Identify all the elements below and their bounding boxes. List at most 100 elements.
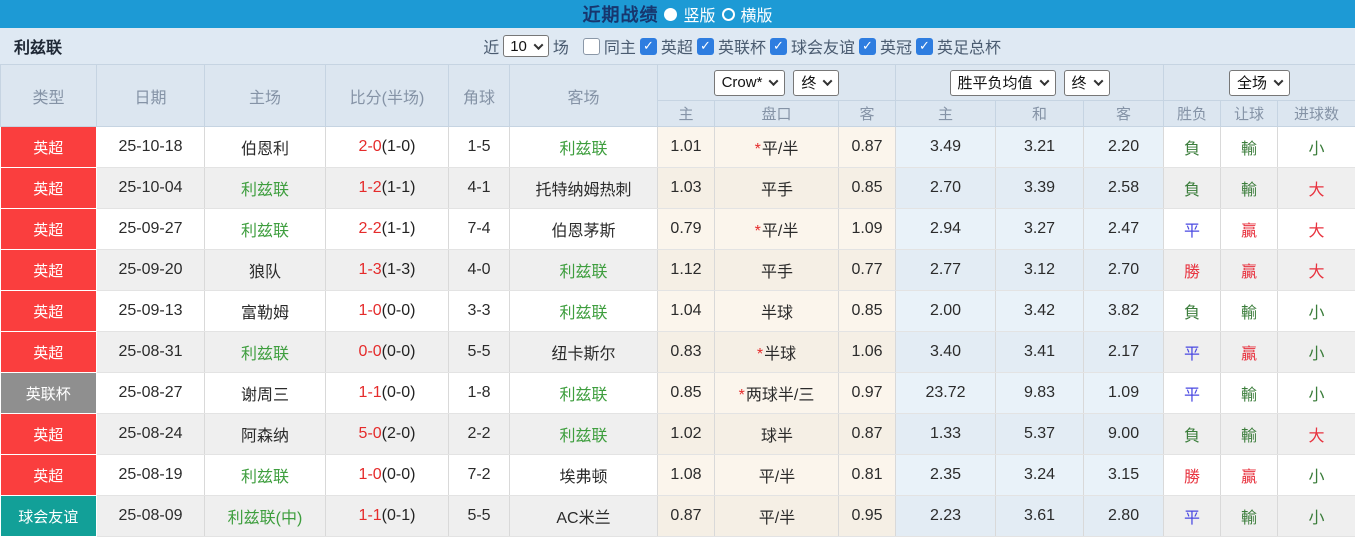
cell-goals-result: 小: [1277, 331, 1355, 373]
cell-date: 25-10-18: [96, 126, 205, 168]
table-row: 英超 25-10-04 利兹联 1-2(1-1) 4-1 托特纳姆热刺 1.03…: [0, 167, 1355, 209]
cell-corners: 5-5: [448, 495, 510, 537]
cell-odds-home: 1.12: [657, 249, 715, 291]
layout-radio-vertical[interactable]: 竖版: [683, 2, 715, 26]
home-team-name: 谢周三: [240, 387, 289, 404]
cell-odds-home: 1.02: [657, 413, 715, 455]
fulltime-score: 1-3: [358, 261, 382, 278]
cell-odds-away: 1.06: [838, 331, 897, 373]
cell-handicap-result: 輸: [1220, 413, 1279, 455]
cell-result: 負: [1163, 167, 1222, 209]
cell-handicap-result: 贏: [1220, 208, 1279, 250]
cell-score: 2-2(1-1): [325, 208, 449, 250]
handicap-result-flag: 輸: [1241, 141, 1258, 158]
cell-away-team: AC米兰: [509, 495, 658, 537]
cell-date: 25-09-13: [96, 290, 205, 332]
handicap-star: *: [754, 141, 761, 158]
cell-handicap-result: 贏: [1220, 331, 1279, 373]
cell-odds-home: 0.83: [657, 331, 715, 373]
cell-avg-away: 2.70: [1083, 249, 1165, 291]
subheader-avg-away: 客: [1083, 100, 1165, 127]
result-flag: 平: [1184, 346, 1201, 363]
cell-avg-away: 2.17: [1083, 331, 1165, 373]
goals-flag: 小: [1308, 305, 1325, 322]
cell-date: 25-08-19: [96, 454, 205, 496]
away-team-name: 托特纳姆热刺: [535, 182, 632, 199]
home-team-name: 利兹联: [240, 182, 289, 199]
avg-metric-select[interactable]: 胜平负均值: [949, 69, 1056, 96]
cell-corners: 7-4: [448, 208, 510, 250]
competition-checkbox-fa-cup[interactable]: ✓: [915, 37, 933, 55]
radio-unselected-icon[interactable]: [721, 7, 735, 21]
competition-checkbox-efl-cup[interactable]: ✓: [696, 37, 714, 55]
fulltime-score: 1-1: [358, 507, 382, 524]
cell-away-team: 托特纳姆热刺: [509, 167, 658, 209]
cell-score: 1-3(1-3): [325, 249, 449, 291]
competition-checkbox-epl[interactable]: ✓: [639, 37, 657, 55]
result-flag: 平: [1184, 510, 1201, 527]
scope-select[interactable]: 全场: [1229, 69, 1291, 96]
subheader-handicap-result: 让球: [1220, 100, 1279, 127]
cell-handicap: 平/半: [714, 454, 839, 496]
same-home-checkbox[interactable]: [582, 37, 600, 55]
goals-flag: 小: [1308, 387, 1325, 404]
halftime-score: (0-0): [381, 302, 416, 319]
competition-badge: 英超: [0, 331, 97, 373]
cell-handicap: *平/半: [714, 126, 839, 168]
handicap-result-flag: 輸: [1241, 510, 1258, 527]
odds-stage-select[interactable]: 终: [793, 69, 840, 96]
odds-stage-value: 终: [801, 75, 817, 92]
competition-label-epl: 英超: [660, 40, 693, 57]
cell-home-team: 利兹联: [204, 331, 326, 373]
competition-badge: 英联杯: [0, 372, 97, 414]
cell-date: 25-08-24: [96, 413, 205, 455]
cell-avg-home: 2.94: [895, 208, 997, 250]
cell-corners: 2-2: [448, 413, 510, 455]
cell-goals-result: 小: [1277, 290, 1355, 332]
table-row: 英超 25-09-20 狼队 1-3(1-3) 4-0 利兹联 1.12 平手 …: [0, 249, 1355, 291]
header-home: 主场: [204, 64, 326, 127]
radio-selected-icon[interactable]: [664, 7, 678, 21]
goals-flag: 小: [1308, 510, 1325, 527]
filter-controls: 近 10 场 同主 ✓ 英超 ✓ 英联杯 ✓ 球会友谊 ✓ 英冠 ✓ 英足总杯: [483, 34, 1001, 58]
cell-avg-home: 3.49: [895, 126, 997, 168]
competition-checkbox-championship[interactable]: ✓: [858, 37, 876, 55]
away-team-name: 利兹联: [559, 428, 608, 445]
cell-avg-away: 2.47: [1083, 208, 1165, 250]
cell-home-team: 利兹联: [204, 208, 326, 250]
cell-handicap: 平手: [714, 249, 839, 291]
cell-corners: 7-2: [448, 454, 510, 496]
cell-corners: 4-1: [448, 167, 510, 209]
cell-handicap: 球半: [714, 413, 839, 455]
avg-stage-select[interactable]: 终: [1063, 69, 1110, 96]
chevron-down-icon: [768, 76, 779, 87]
cell-date: 25-09-27: [96, 208, 205, 250]
table-row: 球会友谊 25-08-09 利兹联(中) 1-1(0-1) 5-5 AC米兰 0…: [0, 495, 1355, 537]
competition-label-championship: 英冠: [879, 40, 912, 57]
competition-badge: 英超: [0, 126, 97, 168]
result-flag: 平: [1184, 223, 1201, 240]
home-team-name: 利兹联(中): [227, 510, 303, 527]
cell-handicap-result: 輸: [1220, 495, 1279, 537]
cell-home-team: 伯恩利: [204, 126, 326, 168]
handicap-result-flag: 輸: [1241, 305, 1258, 322]
cell-score: 2-0(1-0): [325, 126, 449, 168]
cell-result: 平: [1163, 372, 1222, 414]
layout-radio-horizontal[interactable]: 横版: [741, 2, 773, 26]
cell-away-team: 利兹联: [509, 372, 658, 414]
halftime-score: (1-1): [381, 179, 416, 196]
result-flag: 負: [1184, 182, 1201, 199]
cell-avg-draw: 9.83: [995, 372, 1085, 414]
recent-count-select[interactable]: 10: [503, 35, 549, 57]
home-team-name: 利兹联: [240, 223, 289, 240]
filter-bar: 利兹联 近 10 场 同主 ✓ 英超 ✓ 英联杯 ✓ 球会友谊 ✓ 英冠 ✓ 英…: [0, 28, 1355, 64]
goals-flag: 小: [1308, 346, 1325, 363]
odds-company-select[interactable]: Crow*: [713, 69, 786, 96]
cell-avg-away: 3.15: [1083, 454, 1165, 496]
fulltime-score: 2-2: [358, 220, 382, 237]
cell-home-team: 富勒姆: [204, 290, 326, 332]
competition-checkbox-club-friendly[interactable]: ✓: [769, 37, 787, 55]
cell-handicap-result: 贏: [1220, 454, 1279, 496]
cell-result: 平: [1163, 331, 1222, 373]
cell-away-team: 利兹联: [509, 413, 658, 455]
